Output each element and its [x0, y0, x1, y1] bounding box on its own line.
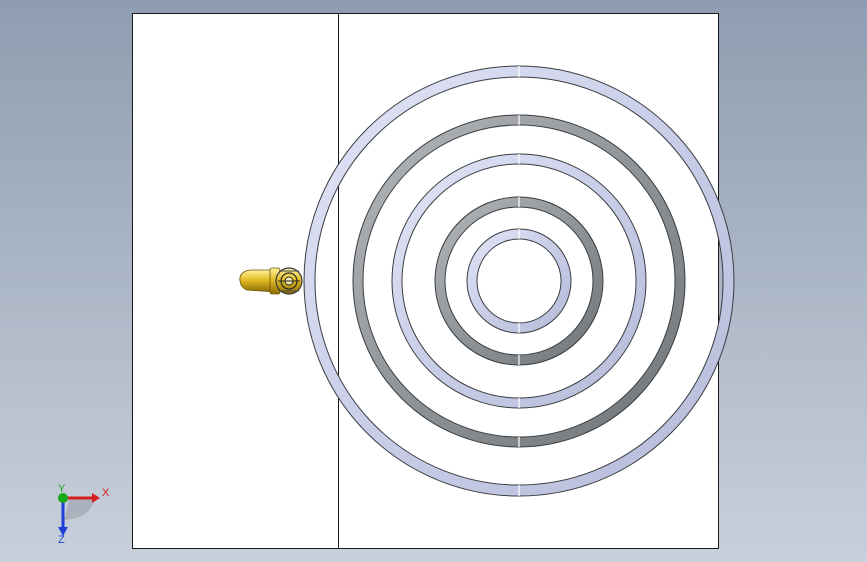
coordinate-triad: X Y Z	[58, 483, 110, 546]
brass-fitting[interactable]	[239, 267, 303, 295]
cad-viewport[interactable]: X Y Z	[0, 0, 867, 562]
triad-shadow	[64, 498, 94, 520]
triad-x-arrow	[92, 493, 100, 503]
triad-z-label: Z	[58, 534, 65, 546]
triad-x-label: X	[102, 487, 110, 499]
triad-y-label: Y	[58, 483, 66, 495]
